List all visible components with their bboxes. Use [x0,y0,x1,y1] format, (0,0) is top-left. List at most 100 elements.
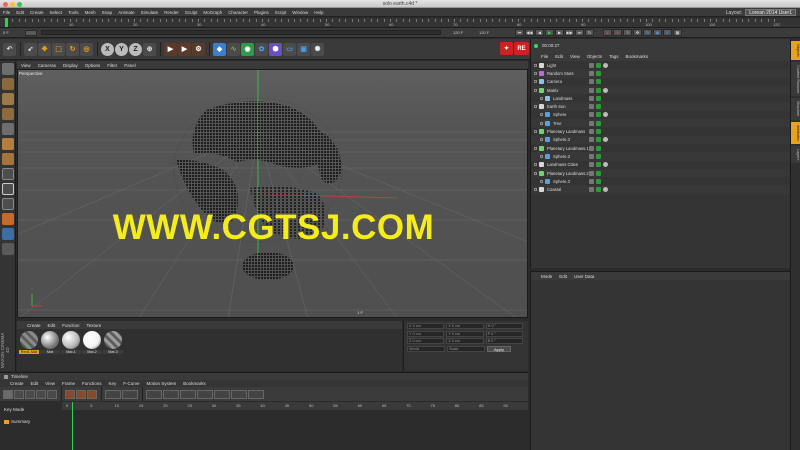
expand-icon[interactable] [540,96,543,100]
object-row[interactable]: Landmass [531,94,790,102]
expand-icon[interactable] [534,171,537,175]
expand-icon[interactable] [540,121,543,125]
material-swatch[interactable]: Mat [40,329,60,354]
frame-stepper[interactable] [25,29,37,36]
autokey-icon[interactable]: ● [613,29,622,36]
camera-icon[interactable]: ▣ [297,42,310,56]
apply-button[interactable]: Apply [487,346,512,352]
position-field[interactable]: X 0 cm [407,323,445,329]
timeline-menu-item[interactable]: Create [10,381,24,386]
menu-item[interactable]: MoGraph [203,10,222,15]
visibility-check-icon[interactable] [596,104,601,110]
render-view-icon[interactable]: ▶ [164,42,177,56]
end-frame-field[interactable]: 120 F [453,30,479,35]
pen-spline-icon[interactable]: ∿ [227,42,240,56]
layout-dropdown[interactable]: Lorean 2014 User1 [745,9,796,16]
menu-item[interactable]: Snap [102,10,113,15]
x-axis-lock-button[interactable]: X [101,42,114,56]
rotation-field[interactable]: H 0 ° [485,323,523,329]
key-ripple-icon[interactable] [87,389,97,399]
side-tab[interactable]: Layers [791,145,800,164]
object-row[interactable]: Random Stuts [531,69,790,78]
snapping-icon[interactable] [2,198,14,210]
spline-interp-icon[interactable] [146,389,162,399]
object-menu-item[interactable]: Bookmarks [626,54,649,59]
y-axis-lock-button[interactable]: Y [115,42,128,56]
coordinate-mode-dropdown[interactable]: World [407,346,445,352]
linear-interp-icon[interactable] [105,389,121,399]
material-menu-item[interactable]: Function [62,323,79,328]
object-row[interactable]: Camera [531,78,790,86]
layer-icon[interactable] [589,162,594,168]
visibility-check-icon[interactable] [596,178,601,184]
layer-icon[interactable] [589,95,594,101]
size-mode-dropdown[interactable]: Scale [447,346,485,352]
menu-item[interactable]: File [3,10,10,15]
key-scale-icon[interactable] [76,389,86,399]
live-selection-icon[interactable]: ➹ [24,42,37,56]
play-icon[interactable]: ▶ [545,29,554,36]
object-menu-item[interactable]: Tags [609,54,619,59]
preview-range-slider[interactable] [41,30,441,35]
object-row[interactable]: Planetary Landmass.1 [531,144,790,152]
visibility-check-icon[interactable] [596,87,601,93]
menu-item[interactable]: Select [50,10,63,15]
viewport-menu-item[interactable]: Panel [124,63,136,68]
object-row[interactable]: Sphere [531,111,790,119]
timeline-menu-item[interactable]: Key [109,381,117,386]
attribute-menu-item[interactable]: Edit [559,274,567,279]
fcurve-mode-icon[interactable] [14,389,24,399]
move-icon[interactable]: ✥ [38,42,51,56]
material-tag-icon[interactable] [603,112,608,118]
menu-item[interactable]: Edit [16,10,24,15]
light-icon[interactable]: ✺ [311,42,324,56]
timeline-menu-item[interactable]: Bookmarks [183,381,206,386]
object-row[interactable]: Planetary Landmass [531,127,790,135]
next-key-icon[interactable]: ▶▶ [565,29,574,36]
object-row[interactable]: Sphere.3 [531,177,790,185]
layer-icon[interactable] [589,70,594,76]
menu-item[interactable]: Mesh [85,10,96,15]
viewport-menu-item[interactable]: Options [85,63,101,68]
interactive-render-region-icon[interactable]: ✦ [500,42,513,55]
expand-icon[interactable] [540,113,543,117]
key-move-icon[interactable] [65,389,75,399]
layer-icon[interactable] [589,120,594,126]
bend-deformer-icon[interactable]: ⬢ [269,42,282,56]
expand-icon[interactable] [534,105,537,109]
expand-icon[interactable] [534,130,537,134]
render-picture-viewer-icon[interactable]: ▶ [178,42,191,56]
timeline-menu-item[interactable]: Functions [82,381,102,386]
visibility-check-icon[interactable] [596,137,601,143]
timeline-ruler[interactable]: 0 5 10 15 20 25 30 35 40 45 50 55 60 65 70 75 80 85 90 [62,402,528,410]
material-tag-icon[interactable] [603,187,608,193]
side-tab[interactable]: Content Browser [791,61,800,97]
edit-render-settings-icon[interactable]: ⚙ [192,42,205,56]
ease-in-icon[interactable] [163,389,179,399]
visibility-check-icon[interactable] [596,120,601,126]
object-menu-item[interactable]: File [541,54,548,59]
timeline-menu-item[interactable]: Frame [62,381,75,386]
pla-key-icon[interactable]: ▦ [673,29,682,36]
array-icon[interactable]: ✿ [255,42,268,56]
material-tag-icon[interactable] [603,162,608,168]
object-row[interactable]: Sphere.3 [531,135,790,144]
ruler-playhead[interactable] [5,18,8,27]
layer-icon[interactable] [589,178,594,184]
material-swatch[interactable]: Red1 Mat [19,329,39,354]
timeline-menu-item[interactable]: Motion System [147,381,177,386]
material-tag-icon[interactable] [603,62,608,68]
menu-item[interactable]: Simulate [141,10,159,15]
tweak-mode-icon[interactable] [2,183,14,195]
layer-icon[interactable] [589,62,594,68]
param-key-icon[interactable]: P [663,29,672,36]
expand-icon[interactable] [534,146,537,150]
solo-icon[interactable] [2,243,14,255]
object-row[interactable]: Earth Sun [531,102,790,111]
scale-key-icon[interactable]: ◉ [653,29,662,36]
layer-icon[interactable] [589,129,594,135]
expand-icon[interactable] [540,138,543,142]
object-menu-item[interactable]: Edit [555,54,563,59]
model-mode-icon[interactable] [2,78,14,90]
visibility-check-icon[interactable] [596,95,601,101]
